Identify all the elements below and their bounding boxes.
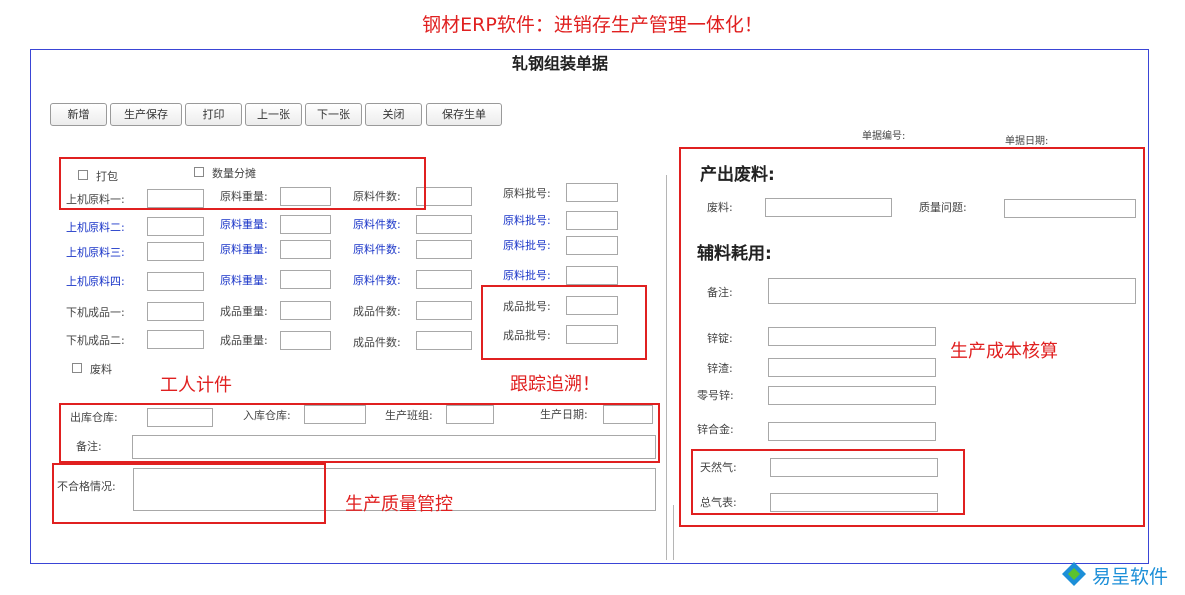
piecework-annotation: 工人计件 (160, 375, 232, 396)
prod-count-2-label: 成品件数: (353, 336, 401, 349)
raw-count-2-label: 原料件数: (353, 218, 401, 231)
promo-headline: 钢材ERP软件：进销存生产管理一体化！ (422, 14, 763, 36)
cost-accounting-annotation: 生产成本核算 (950, 341, 1058, 362)
raw-weight-2-field[interactable] (280, 215, 331, 234)
scrap-checkbox[interactable] (72, 363, 82, 373)
raw-count-4-label: 原料件数: (353, 274, 401, 287)
raw-count-3-label: 原料件数: (353, 243, 401, 256)
column-divider (666, 175, 667, 560)
raw-weight-4-label: 原料重量: (220, 274, 268, 287)
quality-highlight-box (52, 463, 326, 524)
prod-weight-1-field[interactable] (280, 301, 331, 320)
prod-count-1-label: 成品件数: (353, 305, 401, 318)
brand-logo-icon (1062, 562, 1086, 586)
brand-logo-text: 易呈软件 (1092, 566, 1169, 588)
prod-count-1-field[interactable] (416, 301, 472, 320)
raw-batch-3-field[interactable] (566, 236, 618, 255)
piecework-highlight-box (59, 157, 426, 210)
gas-highlight-box (691, 449, 965, 515)
new-button[interactable]: 新增 (50, 103, 107, 126)
raw-batch-2-field[interactable] (566, 211, 618, 230)
raw-weight-3-field[interactable] (280, 240, 331, 259)
raw-count-3-field[interactable] (416, 240, 472, 259)
prod-count-2-field[interactable] (416, 331, 472, 350)
output-product-2-field[interactable] (147, 330, 204, 349)
traceback-annotation: 跟踪追溯！ (510, 374, 600, 395)
close-button[interactable]: 关闭 (365, 103, 422, 126)
raw-batch-2-label: 原料批号: (503, 214, 551, 227)
save-generate-button[interactable]: 保存生单 (426, 103, 502, 126)
output-product-1-label: 下机成品一: (66, 306, 125, 319)
raw-count-4-field[interactable] (416, 270, 472, 289)
prod-weight-2-field[interactable] (280, 331, 331, 350)
traceback-highlight-box (481, 285, 647, 360)
doc-no-label: 单据编号: (862, 131, 906, 142)
input-material-2-label: 上机原料二: (66, 221, 125, 234)
input-material-2-field[interactable] (147, 217, 204, 236)
print-button[interactable]: 打印 (185, 103, 242, 126)
raw-weight-2-label: 原料重量: (220, 218, 268, 231)
raw-batch-1-label: 原料批号: (503, 187, 551, 200)
next-button[interactable]: 下一张 (305, 103, 362, 126)
raw-batch-3-label: 原料批号: (503, 239, 551, 252)
raw-weight-4-field[interactable] (280, 270, 331, 289)
form-title: 轧钢组装单据 (511, 54, 608, 73)
input-material-4-label: 上机原料四: (66, 275, 125, 288)
output-product-1-field[interactable] (147, 302, 204, 321)
raw-batch-1-field[interactable] (566, 183, 618, 202)
scrap-checkbox-label: 废料 (90, 363, 112, 376)
prod-weight-2-label: 成品重量: (220, 334, 268, 347)
raw-batch-4-label: 原料批号: (503, 269, 551, 282)
save-production-button[interactable]: 生产保存 (110, 103, 182, 126)
raw-batch-4-field[interactable] (566, 266, 618, 285)
input-material-4-field[interactable] (147, 272, 204, 291)
input-material-3-field[interactable] (147, 242, 204, 261)
input-material-3-label: 上机原料三: (66, 246, 125, 259)
column-divider-lower (673, 505, 674, 560)
output-product-2-label: 下机成品二: (66, 334, 125, 347)
quality-control-annotation: 生产质量管控 (345, 494, 453, 515)
raw-count-2-field[interactable] (416, 215, 472, 234)
prod-weight-1-label: 成品重量: (220, 305, 268, 318)
warehouse-highlight-box (59, 403, 660, 463)
prev-button[interactable]: 上一张 (245, 103, 302, 126)
raw-weight-3-label: 原料重量: (220, 243, 268, 256)
